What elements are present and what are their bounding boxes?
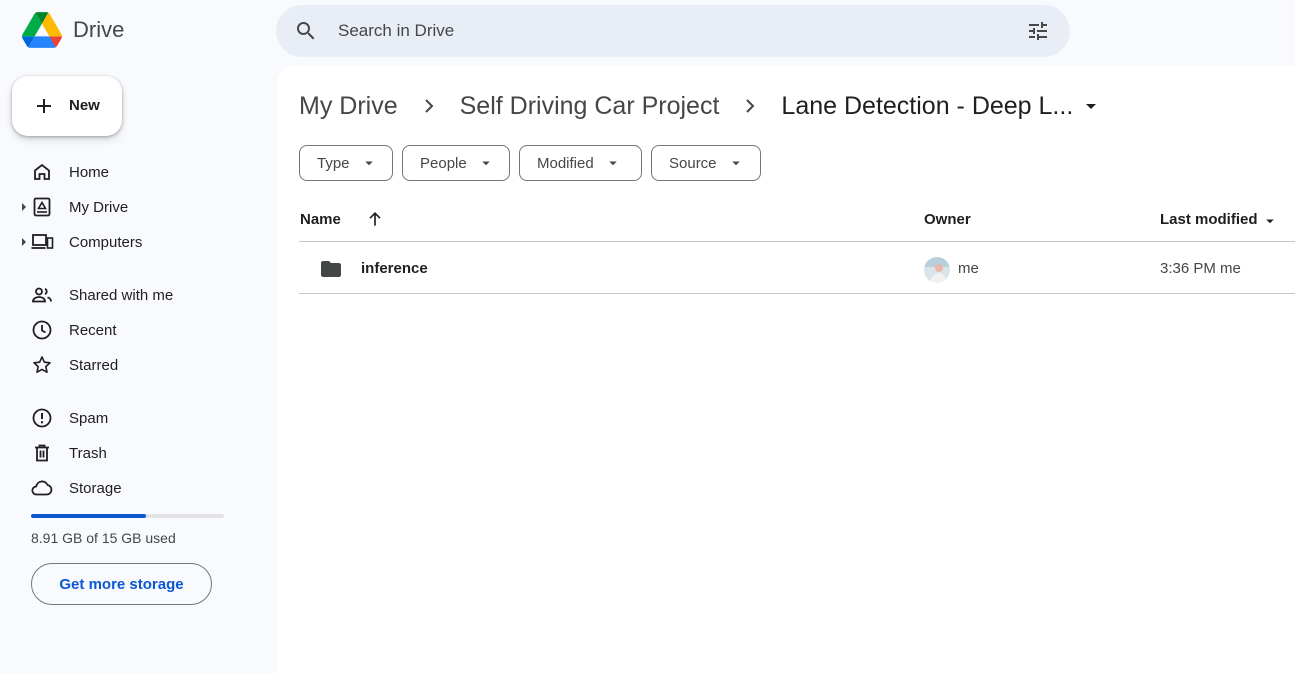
caret-down-icon	[731, 161, 740, 166]
sidebar-item-label: Shared with me	[69, 287, 174, 304]
filter-people[interactable]: People	[402, 145, 510, 181]
sidebar-item-label: Starred	[69, 357, 119, 374]
filter-modified[interactable]: Modified	[519, 145, 642, 181]
home-icon	[34, 163, 50, 180]
expand-arrow-icon[interactable]	[21, 237, 27, 247]
filter-type[interactable]: Type	[299, 145, 393, 181]
my-drive-icon	[33, 197, 51, 217]
sidebar-item-starred[interactable]: Starred	[0, 349, 260, 381]
star-icon	[33, 356, 51, 373]
search-input[interactable]: Search in Drive	[338, 21, 454, 41]
storage-bar-fill	[31, 514, 146, 518]
tune-icon[interactable]	[1026, 19, 1050, 43]
sidebar-item-recent[interactable]: Recent	[0, 314, 260, 346]
chevron-right-icon	[746, 99, 755, 113]
file-name: inference	[361, 260, 428, 277]
sidebar-item-label: Computers	[69, 234, 143, 251]
get-more-storage-button[interactable]: Get more storage	[31, 563, 212, 605]
new-button-label: New	[69, 97, 100, 114]
main-panel: My Drive Self Driving Car Project Lane D…	[277, 66, 1295, 673]
column-header-last-modified[interactable]: Last modified	[1160, 211, 1258, 228]
search-icon[interactable]	[294, 19, 318, 43]
column-header-owner: Owner	[924, 211, 971, 228]
sidebar-item-storage[interactable]: Storage	[0, 472, 260, 504]
sidebar-item-label: Spam	[69, 410, 109, 427]
sort-arrow-up-icon[interactable]	[365, 209, 385, 229]
sidebar-item-computers[interactable]: Computers	[0, 226, 260, 258]
sidebar-item-shared-with-me[interactable]: Shared with me	[0, 279, 260, 311]
owner-name: me	[958, 260, 979, 277]
caret-down-icon	[481, 161, 490, 166]
spam-icon	[32, 408, 52, 428]
storage-bar	[31, 514, 224, 518]
cloud-icon	[31, 480, 53, 496]
caret-down-icon[interactable]	[1261, 212, 1279, 230]
storage-usage-text: 8.91 GB of 15 GB used	[31, 530, 176, 546]
column-header-name[interactable]: Name	[300, 211, 341, 228]
filter-source[interactable]: Source	[651, 145, 761, 181]
breadcrumb-self-driving-car-project[interactable]: Self Driving Car Project	[460, 92, 720, 121]
caret-down-icon[interactable]	[1079, 94, 1103, 118]
breadcrumb: My Drive Self Driving Car Project Lane D…	[299, 88, 1103, 124]
avatar	[924, 257, 950, 283]
computers-icon	[31, 234, 54, 249]
filter-label: Modified	[537, 154, 594, 172]
sidebar-item-home[interactable]: Home	[0, 156, 260, 188]
expand-arrow-icon[interactable]	[21, 202, 27, 212]
sidebar-item-spam[interactable]: Spam	[0, 402, 260, 434]
chevron-right-icon	[424, 99, 434, 113]
app-title: Drive	[73, 17, 125, 42]
filter-label: Source	[669, 154, 717, 172]
sidebar-item-label: Home	[69, 164, 110, 181]
plus-icon	[37, 99, 51, 113]
table-row[interactable]: inference me 3:36 PM me	[299, 242, 1295, 294]
filter-label: People	[420, 154, 467, 172]
last-modified: 3:36 PM me	[1160, 260, 1241, 277]
drive-logo-icon	[22, 12, 62, 48]
filter-label: Type	[317, 154, 350, 172]
search-bar[interactable]: Search in Drive	[276, 5, 1070, 57]
breadcrumb-current-folder[interactable]: Lane Detection - Deep L...	[781, 92, 1073, 121]
sidebar-item-label: Recent	[69, 322, 117, 339]
sidebar-item-trash[interactable]: Trash	[0, 437, 260, 469]
sidebar-item-label: My Drive	[69, 199, 129, 216]
drive-logo[interactable]: Drive	[22, 12, 124, 48]
caret-down-icon	[608, 161, 617, 166]
sidebar-item-my-drive[interactable]: My Drive	[0, 191, 260, 223]
shared-icon	[32, 287, 52, 303]
breadcrumb-my-drive[interactable]: My Drive	[299, 92, 398, 121]
sidebar-item-label: Storage	[69, 480, 122, 497]
sidebar-item-label: Trash	[69, 445, 107, 462]
folder-icon	[321, 261, 341, 277]
trash-icon	[35, 444, 49, 462]
clock-icon	[32, 320, 52, 340]
caret-down-icon	[364, 161, 373, 166]
new-button[interactable]: New	[12, 76, 122, 136]
